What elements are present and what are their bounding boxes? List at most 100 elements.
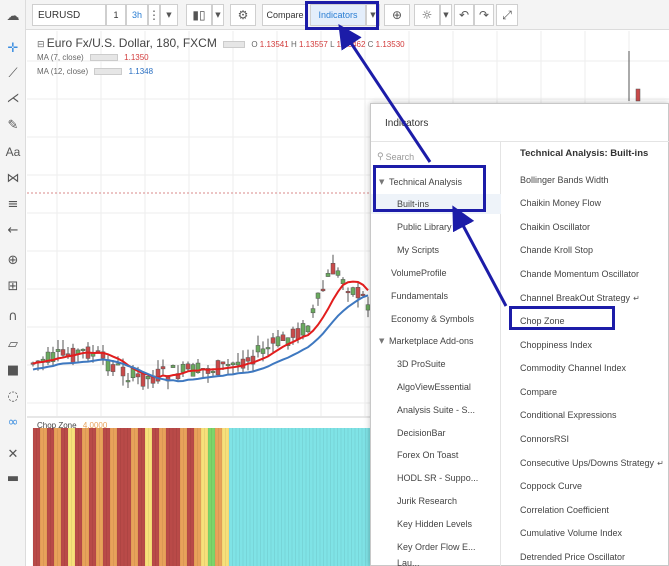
candle — [310, 308, 316, 314]
remove-tools-icon[interactable]: ✕ — [2, 444, 24, 464]
category-forex-on-toast[interactable]: Forex On Toast — [371, 445, 501, 465]
chevron-down-icon[interactable]: ▼ — [212, 4, 224, 26]
arrow-left-icon[interactable]: ← — [2, 220, 24, 240]
indicator-item[interactable]: Coppock Curve — [520, 481, 582, 491]
category-fundamentals[interactable]: Fundamentals — [371, 286, 501, 306]
indicator-item[interactable]: Chande Kroll Stop — [520, 245, 593, 255]
indicator-item[interactable]: Detrended Price Oscillator — [520, 552, 625, 562]
candle — [300, 323, 306, 336]
legend-controls[interactable] — [94, 68, 123, 76]
candle — [140, 373, 146, 387]
indicator-item[interactable]: Conditional Expressions — [520, 410, 617, 420]
candle — [210, 370, 216, 373]
indicator-item[interactable]: Consecutive Ups/Downs Strategy ↵ — [520, 458, 664, 468]
indicator-list: Technical Analysis: Built-ins Bollinger … — [502, 142, 669, 566]
indicator-item[interactable]: Chaikin Money Flow — [520, 198, 601, 208]
candle — [245, 357, 251, 362]
cloud-icon[interactable]: ☁ — [2, 6, 24, 26]
compare-button[interactable]: Compare — [262, 4, 308, 26]
trash-icon[interactable]: ▬ — [2, 468, 24, 488]
redo-icon[interactable]: ↷ — [474, 4, 494, 26]
bar-style-icon[interactable]: ⋮ — [148, 4, 160, 26]
magnet-icon[interactable]: ∩ — [2, 306, 24, 326]
candle — [145, 376, 151, 380]
symbol-input[interactable]: EURUSD — [32, 4, 106, 26]
candles-icon[interactable]: ▮▯ — [186, 4, 212, 26]
category-algoviewessential[interactable]: AlgoViewEssential — [371, 377, 501, 397]
candle — [235, 361, 241, 366]
category-economy-symbols[interactable]: Economy & Symbols — [371, 309, 501, 329]
crosshair-icon[interactable]: ✛ — [2, 38, 24, 58]
candle — [315, 292, 321, 299]
candle — [350, 287, 356, 295]
candle — [355, 287, 361, 299]
pitchfork-icon[interactable]: ⋌ — [2, 88, 24, 108]
candle — [305, 325, 311, 333]
category-key-hidden-levels[interactable]: Key Hidden Levels — [371, 514, 501, 534]
chop-zone-legend: Chop Zone 4.0000 — [37, 421, 108, 430]
indicator-item[interactable]: Choppiness Index — [520, 340, 592, 350]
candle — [180, 363, 186, 373]
ruler-icon[interactable]: ▱ — [2, 334, 24, 354]
indicator-item[interactable]: Compare — [520, 387, 557, 397]
indicator-item[interactable]: Commodity Channel Index — [520, 363, 626, 373]
chevron-down-icon[interactable]: ▼ — [160, 4, 178, 26]
add-alert-icon[interactable]: ⊕ — [384, 4, 410, 26]
fib-icon[interactable]: ≡ — [2, 194, 24, 214]
indicator-item[interactable]: Cumulative Volume Index — [520, 528, 622, 538]
interval-3h-button[interactable]: 3h — [126, 4, 148, 26]
indicator-item[interactable]: Chaikin Oscillator — [520, 222, 590, 232]
lock-icon[interactable]: ■ — [2, 360, 24, 380]
indicator-item[interactable]: Chande Momentum Oscillator — [520, 269, 639, 279]
candle — [80, 348, 86, 351]
annotation-box-indicators — [305, 1, 379, 30]
caret-down-icon: ▼ — [379, 337, 385, 345]
eye-icon[interactable]: ◌ — [2, 386, 24, 406]
category-3d-prosuite[interactable]: 3D ProSuite — [371, 354, 501, 374]
category-my-scripts[interactable]: My Scripts — [371, 240, 501, 260]
category-partial[interactable]: Lau... — [371, 558, 501, 566]
candle — [335, 270, 341, 276]
indicator-item[interactable]: Correlation Coefficient — [520, 505, 609, 515]
category-analysis-suite[interactable]: Analysis Suite - S... — [371, 400, 501, 420]
chevron-down-icon[interactable]: ▼ — [440, 4, 452, 26]
indicator-item[interactable]: Bollinger Bands Width — [520, 175, 609, 185]
text-tool-icon[interactable]: Aa — [2, 142, 24, 162]
interval-1-button[interactable]: 1 — [106, 4, 126, 26]
idea-bulb-icon[interactable]: ☼ — [414, 4, 440, 26]
legend-controls[interactable] — [89, 54, 118, 62]
legend-controls[interactable] — [223, 41, 246, 49]
settings-gear-icon[interactable]: ⚙ — [230, 4, 256, 26]
trend-line-icon[interactable]: ⟋ — [2, 63, 24, 83]
category-public-library[interactable]: Public Library — [371, 217, 501, 237]
brush-icon[interactable]: ✎ — [2, 115, 24, 135]
ma-7-legend: MA (7, close) 1.1350 — [37, 53, 149, 62]
candle — [185, 363, 191, 370]
candle — [160, 366, 166, 370]
candle — [215, 360, 221, 376]
category-volumeprofile[interactable]: VolumeProfile — [371, 263, 501, 283]
annotation-box-built-ins — [373, 165, 486, 212]
indicator-item[interactable]: Channel BreakOut Strategy ↵ — [520, 293, 640, 303]
category-jurik-research[interactable]: Jurik Research — [371, 491, 501, 511]
candle — [225, 364, 231, 367]
category-hodl-sr[interactable]: HODL SR - Suppo... — [371, 468, 501, 488]
dialog-title: Indicators — [385, 118, 429, 129]
measure-icon[interactable]: ⊞ — [2, 276, 24, 296]
candle — [280, 334, 286, 341]
indicator-item[interactable]: ConnorsRSI — [520, 434, 569, 444]
candle — [290, 328, 296, 338]
fullscreen-icon[interactable]: ⤢ — [496, 4, 518, 26]
zoom-icon[interactable]: ⊕ — [2, 250, 24, 270]
link-icon[interactable]: ∞ — [2, 412, 24, 432]
candle — [60, 349, 66, 356]
strategy-icon: ↵ — [633, 294, 640, 303]
candle — [325, 273, 331, 277]
pattern-icon[interactable]: ⋈ — [2, 168, 24, 188]
undo-icon[interactable]: ↶ — [454, 4, 474, 26]
chart-app: ☁ ✛ ⟋ ⋌ ✎ Aa ⋈ ≡ ← ⊕ ⊞ ∩ ▱ ■ ◌ ∞ ✕ ▬ EUR… — [0, 0, 669, 566]
search-input[interactable]: ⚲ Search — [377, 148, 495, 166]
category-key-order-flow[interactable]: Key Order Flow E... — [371, 537, 501, 557]
category-decisionbar[interactable]: DecisionBar — [371, 423, 501, 443]
category-marketplace-addons[interactable]: ▼ Marketplace Add-ons — [371, 331, 501, 351]
